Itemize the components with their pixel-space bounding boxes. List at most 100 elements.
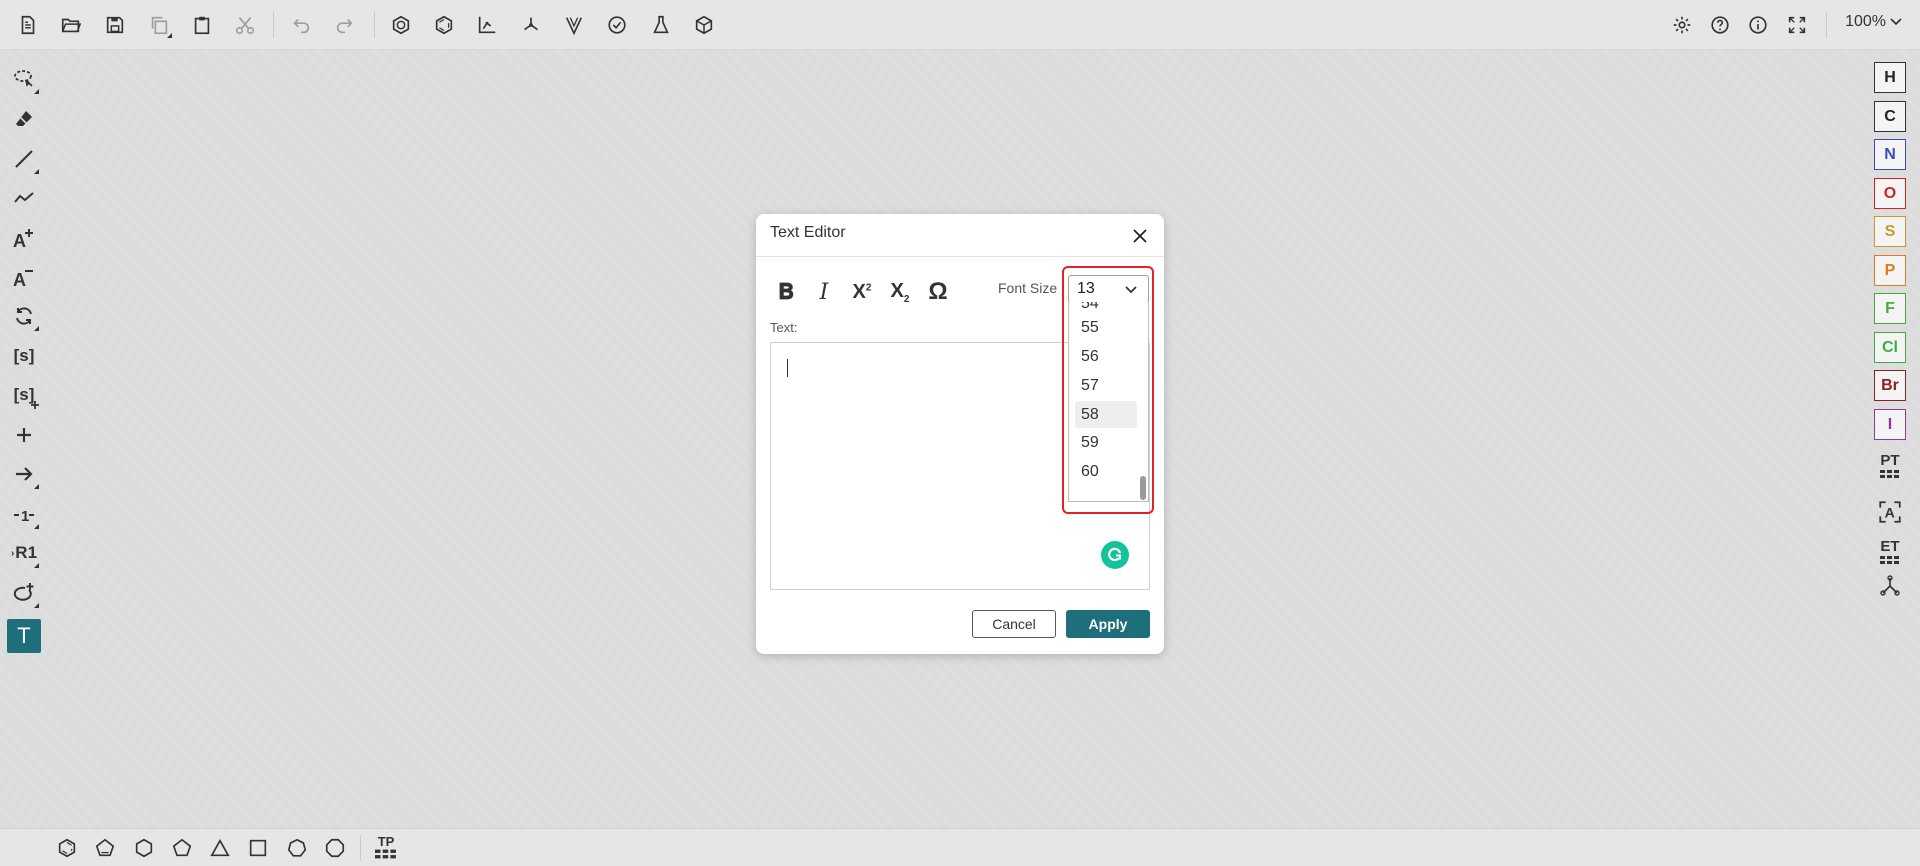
template-cyclopentadiene-button[interactable]	[92, 836, 118, 860]
font-size-option[interactable]: 55	[1075, 314, 1137, 341]
benzene-aromatic-icon	[392, 15, 410, 35]
new-file-button[interactable]	[13, 10, 43, 40]
flask-icon	[653, 15, 669, 34]
template-cyclohexane-button[interactable]	[131, 836, 157, 860]
extended-table-button[interactable]: ET	[1874, 534, 1906, 566]
layout-button[interactable]	[472, 10, 502, 40]
subscript-button[interactable]: X2	[884, 276, 916, 308]
svg-text:1: 1	[21, 508, 29, 525]
font-size-option[interactable]: 57	[1075, 372, 1137, 399]
font-size-option[interactable]: 56	[1075, 343, 1137, 370]
chain-tool[interactable]	[7, 181, 41, 215]
cip-icon	[565, 17, 583, 36]
font-size-option[interactable]: 60	[1075, 458, 1137, 485]
font-size-option-hovered[interactable]: 58	[1075, 401, 1137, 428]
dropdown-scrollbar[interactable]	[1140, 304, 1146, 500]
settings-button[interactable]	[1667, 10, 1697, 40]
cut-button[interactable]	[230, 10, 260, 40]
any-atom-icon: A	[1879, 501, 1901, 523]
element-n-button[interactable]: N	[1874, 139, 1906, 170]
element-h-button[interactable]: H	[1874, 62, 1906, 93]
fullscreen-button[interactable]	[1782, 10, 1812, 40]
template-benzene-button[interactable]	[54, 836, 80, 860]
close-icon	[1133, 229, 1147, 243]
3d-viewer-button[interactable]	[689, 10, 719, 40]
italic-button[interactable]: I	[808, 276, 840, 308]
shape-tool[interactable]	[7, 576, 41, 610]
redo-button[interactable]	[330, 10, 360, 40]
periodic-table-button[interactable]: PT	[1874, 448, 1906, 480]
element-i-button[interactable]: I	[1874, 409, 1906, 440]
help-button[interactable]	[1705, 10, 1735, 40]
layout-icon	[478, 16, 496, 34]
font-size-option[interactable]: 59	[1075, 429, 1137, 456]
template-cyclopropane-button[interactable]	[207, 836, 233, 860]
fragment-button[interactable]	[1874, 570, 1906, 602]
element-o-button[interactable]: O	[1874, 178, 1906, 209]
about-button[interactable]	[1743, 10, 1773, 40]
paste-button[interactable]	[187, 10, 217, 40]
lasso-select-icon	[14, 70, 33, 87]
apply-button[interactable]: Apply	[1066, 610, 1150, 638]
charge-minus-tool[interactable]: A	[7, 260, 41, 294]
periodic-table-label: PT	[1880, 451, 1900, 469]
check-circle-icon	[608, 16, 626, 34]
template-cyclopentane-button[interactable]	[169, 836, 195, 860]
special-symbols-button[interactable]: Ω	[922, 276, 954, 308]
eraser-tool[interactable]	[7, 102, 41, 136]
square-icon	[249, 839, 267, 857]
reaction-mapping-tool[interactable]: 1	[7, 497, 41, 531]
dearomatize-button[interactable]	[429, 10, 459, 40]
check-structure-button[interactable]	[602, 10, 632, 40]
template-cyclobutane-button[interactable]	[245, 836, 271, 860]
clean-up-button[interactable]	[516, 10, 546, 40]
undo-button[interactable]	[286, 10, 316, 40]
toolbar-separator	[360, 835, 361, 861]
bottom-toolbar: TP	[0, 828, 1920, 866]
close-button[interactable]	[1130, 226, 1150, 246]
element-symbol: Cl	[1882, 338, 1898, 356]
template-cycloheptane-button[interactable]	[284, 836, 310, 860]
sgroup-add-tool[interactable]: [s]	[7, 378, 41, 412]
bond-tool[interactable]	[7, 142, 41, 176]
transform-tool[interactable]	[7, 299, 41, 333]
bold-button[interactable]: 𝐁	[770, 276, 802, 308]
info-icon	[1749, 16, 1767, 34]
zoom-dropdown[interactable]: 100%	[1845, 13, 1902, 31]
save-button[interactable]	[100, 10, 130, 40]
template-cyclooctane-button[interactable]	[322, 836, 348, 860]
scrollbar-thumb[interactable]	[1140, 476, 1146, 500]
element-br-button[interactable]: Br	[1874, 370, 1906, 401]
template-library-button[interactable]: TP	[373, 835, 399, 860]
open-file-button[interactable]	[56, 10, 86, 40]
element-symbol: F	[1885, 299, 1895, 317]
extended-table-label: ET	[1880, 537, 1900, 555]
superscript-button[interactable]: X2	[846, 276, 878, 308]
element-f-button[interactable]: F	[1874, 293, 1906, 324]
font-size-select[interactable]: 13	[1068, 275, 1149, 303]
rgroup-tool[interactable]: › R1	[7, 536, 41, 570]
reaction-arrow-tool[interactable]	[7, 457, 41, 491]
grammarly-button[interactable]	[1101, 541, 1129, 569]
aromatize-button[interactable]	[386, 10, 416, 40]
element-symbol: C	[1884, 107, 1896, 125]
text-tool[interactable]: T	[7, 619, 41, 653]
calculate-cip-button[interactable]	[559, 10, 589, 40]
element-p-button[interactable]: P	[1874, 255, 1906, 286]
benzene-icon	[58, 838, 76, 858]
element-cl-button[interactable]: Cl	[1874, 332, 1906, 363]
copy-button[interactable]	[144, 10, 174, 40]
calculated-values-button[interactable]	[646, 10, 676, 40]
charge-plus-tool[interactable]: A	[7, 221, 41, 255]
element-c-button[interactable]: C	[1874, 101, 1906, 132]
any-atom-button[interactable]: A	[1874, 496, 1906, 528]
element-s-button[interactable]: S	[1874, 216, 1906, 247]
cancel-button[interactable]: Cancel	[972, 610, 1056, 638]
grid-dots-icon	[375, 849, 396, 859]
submenu-indicator	[167, 33, 172, 38]
reaction-plus-tool[interactable]	[7, 418, 41, 452]
left-toolbar: A A [s] [s] 1 › R1 T	[0, 50, 48, 830]
font-size-options-list: 54 55 56 57 58 59 60	[1068, 302, 1149, 502]
selection-tool[interactable]	[7, 62, 41, 96]
sgroup-tool[interactable]: [s]	[7, 339, 41, 373]
